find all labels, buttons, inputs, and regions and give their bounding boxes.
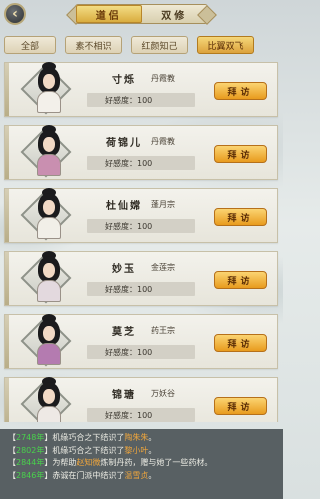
companion-sect: 万妖谷 (151, 389, 175, 398)
chevron-left-icon: ‹ (12, 6, 18, 22)
log-year: 2748年 (16, 433, 45, 442)
favor-label: 好感度： (105, 158, 137, 168)
portrait[interactable] (19, 188, 75, 242)
favor-label: 好感度： (105, 221, 137, 231)
companion-name: 荷锦儿 (106, 138, 142, 149)
companion-name: 莫芝 (112, 327, 136, 338)
visit-button[interactable]: 拜访 (214, 208, 267, 226)
companion-sect: 蓬月宗 (151, 200, 175, 209)
companion-sect: 药王宗 (151, 326, 175, 335)
filter-strangers[interactable]: 素不相识 (65, 36, 122, 54)
favor-value: 100 (137, 158, 153, 168)
log-suffix: 。 (148, 433, 157, 442)
favor-bar: 好感度： 100 (87, 93, 195, 107)
companion-card: 锦瑭 万妖谷 好感度： 100 拜访 (4, 377, 278, 422)
log-year: 2802年 (16, 445, 45, 455)
character-avatar (36, 62, 62, 115)
tab-shuangxiu[interactable]: 双修 (142, 5, 208, 23)
portrait[interactable] (19, 251, 75, 305)
log-person-name[interactable]: 赵知微 (76, 458, 100, 467)
companion-list[interactable]: 寸烁 丹霞教 好感度： 100 拜访 荷锦儿 丹霞教 好感度： 100 拜访 杜… (0, 62, 283, 422)
back-button[interactable]: ‹ (4, 3, 26, 25)
companion-name: 锦瑭 (112, 390, 136, 401)
log-person-name[interactable]: 黎小叶 (124, 446, 148, 455)
companion-sect: 金莲宗 (151, 263, 175, 272)
log-line: 【2844年】为帮助赵知微炼制丹药，赠与她了一些药材。 (8, 457, 275, 470)
favor-bar: 好感度： 100 (87, 282, 195, 296)
companion-card: 寸烁 丹霞教 好感度： 100 拜访 (4, 62, 278, 117)
tab-daolv[interactable]: 道侣 (76, 5, 142, 23)
log-line: 【2846年】赤诚在门派中结识了温雪贞。 (8, 470, 275, 483)
log-bracket-open: 【 (8, 445, 16, 455)
log-text: 为帮助 (52, 458, 77, 467)
character-avatar (36, 188, 62, 241)
filter-partners[interactable]: 比翼双飞 (197, 36, 254, 54)
portrait[interactable] (19, 377, 75, 422)
filter-confidants[interactable]: 红颜知己 (131, 36, 188, 54)
visit-button[interactable]: 拜访 (214, 334, 267, 352)
companion-name: 寸烁 (112, 75, 136, 86)
character-avatar (36, 377, 62, 422)
companion-name: 妙玉 (112, 264, 136, 275)
log-bracket-open: 【 (8, 433, 16, 442)
favor-bar: 好感度： 100 (87, 345, 195, 359)
log-suffix: 。 (148, 470, 157, 480)
character-avatar (36, 314, 62, 367)
log-year: 2846年 (16, 470, 45, 480)
top-bar: ‹ 道侣 双修 (0, 0, 283, 30)
favor-value: 100 (137, 221, 153, 231)
log-bracket-open: 【 (8, 458, 16, 467)
tab-bar: 道侣 双修 (75, 4, 208, 24)
character-avatar (36, 125, 62, 178)
filter-all[interactable]: 全部 (4, 36, 56, 54)
character-avatar (36, 251, 62, 304)
log-suffix: 。 (148, 445, 157, 455)
favor-bar: 好感度： 100 (87, 156, 195, 170)
visit-button[interactable]: 拜访 (214, 271, 267, 289)
favor-value: 100 (137, 284, 153, 294)
companion-sect: 丹霞教 (151, 74, 175, 83)
favor-value: 100 (137, 95, 153, 105)
favor-bar: 好感度： 100 (87, 219, 195, 233)
visit-button[interactable]: 拜访 (214, 397, 267, 415)
companion-card: 莫芝 药王宗 好感度： 100 拜访 (4, 314, 278, 369)
companion-sect: 丹霞教 (151, 137, 175, 146)
log-person-name[interactable]: 陶朱朱 (124, 433, 148, 442)
portrait[interactable] (19, 314, 75, 368)
log-text: 赤诚在门派中结识了 (52, 470, 125, 480)
log-bracket-open: 【 (8, 470, 16, 480)
favor-label: 好感度： (105, 410, 137, 420)
log-person-name[interactable]: 温雪贞 (124, 471, 148, 480)
companion-card: 杜仙嫦 蓬月宗 好感度： 100 拜访 (4, 188, 278, 243)
filter-bar: 全部 素不相识 红颜知己 比翼双飞 (4, 36, 279, 54)
favor-label: 好感度： (105, 284, 137, 294)
log-text: 机缘巧合之下结识了 (52, 433, 125, 442)
favor-label: 好感度： (105, 347, 137, 357)
event-log: 【2748年】机缘巧合之下结识了陶朱朱。 【2802年】机缘巧合之下结识了黎小叶。… (0, 429, 283, 499)
companion-name: 杜仙嫦 (106, 201, 142, 212)
log-year: 2844年 (16, 458, 45, 467)
portrait[interactable] (19, 62, 75, 116)
favor-value: 100 (137, 347, 153, 357)
companion-card: 妙玉 金莲宗 好感度： 100 拜访 (4, 251, 278, 306)
favor-value: 100 (137, 410, 153, 420)
favor-bar: 好感度： 100 (87, 408, 195, 422)
log-line: 【2802年】机缘巧合之下结识了黎小叶。 (8, 445, 275, 458)
visit-button[interactable]: 拜访 (214, 82, 267, 100)
companion-card: 荷锦儿 丹霞教 好感度： 100 拜访 (4, 125, 278, 180)
visit-button[interactable]: 拜访 (214, 145, 267, 163)
log-line: 【2748年】机缘巧合之下结识了陶朱朱。 (8, 432, 275, 445)
log-text: 机缘巧合之下结识了 (52, 445, 125, 455)
portrait[interactable] (19, 125, 75, 179)
log-suffix: 炼制丹药，赠与她了一些药材。 (100, 458, 213, 467)
favor-label: 好感度： (105, 95, 137, 105)
